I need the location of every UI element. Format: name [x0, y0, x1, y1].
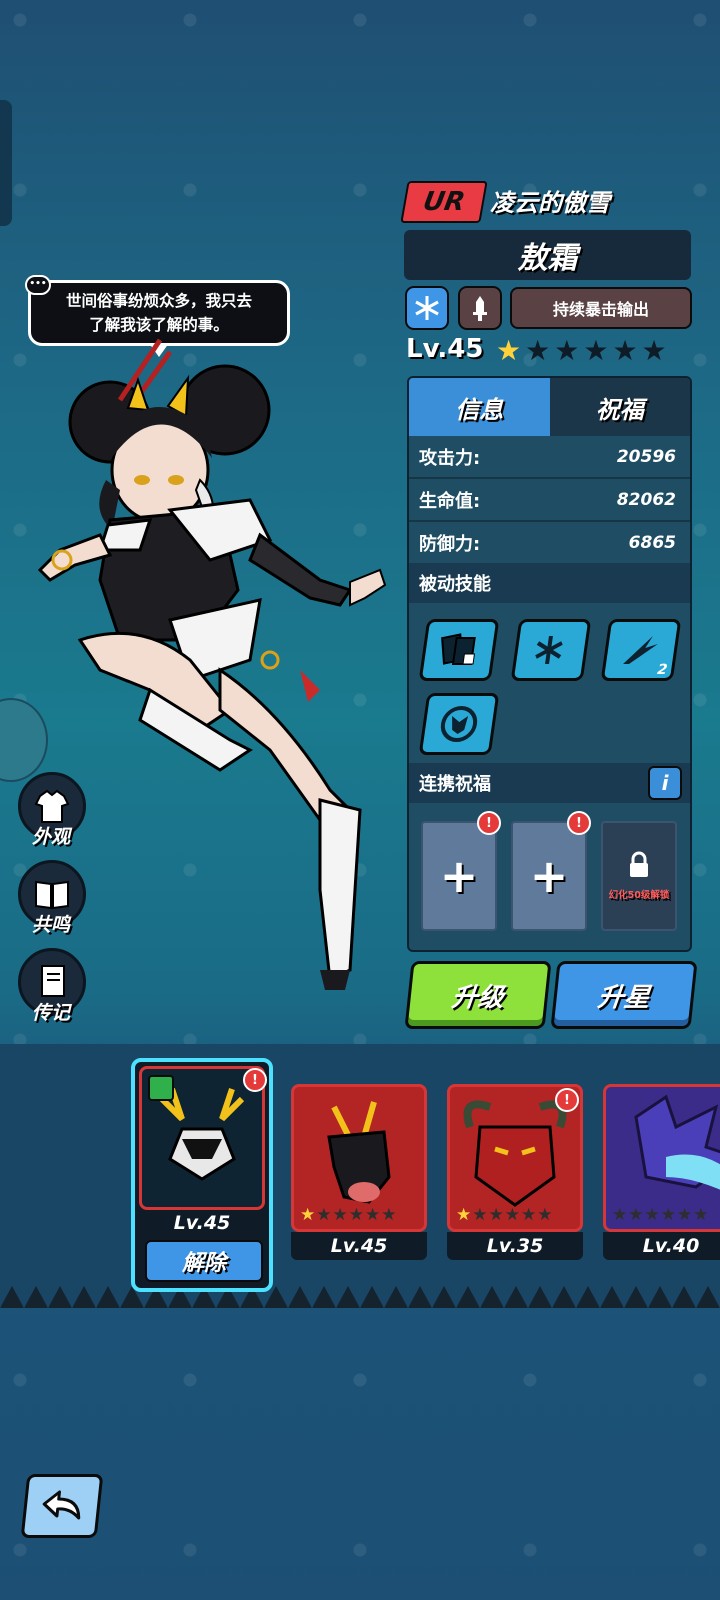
pet-level: Lv.45: [291, 1232, 427, 1260]
pet-art: ★★★★★★: [291, 1084, 427, 1232]
blessing-slot-locked: 幻化50级解锁: [601, 821, 677, 931]
stat-value: 6865: [628, 532, 676, 553]
stat-defense: 防御力: 6865: [409, 522, 690, 563]
star-empty-icon: ★: [583, 334, 613, 367]
pet-star-rating: ★★★★★★: [456, 1205, 576, 1227]
info-panel: 信息 祝福 攻击力: 20596 生命值: 82062 防御力: 6865 被动…: [407, 376, 692, 952]
upgrade-button[interactable]: 升级: [404, 961, 552, 1029]
link-blessing-slots: + ! + ! 幻化50级解锁: [409, 803, 690, 950]
passive-skills-grid: 2: [409, 603, 690, 763]
star-up-button[interactable]: 升星: [550, 961, 698, 1029]
dragon-circle-icon[interactable]: [418, 693, 500, 755]
edge-drawer-tab[interactable]: [0, 100, 12, 226]
tab-blessing[interactable]: 祝福: [549, 378, 690, 436]
pet-star-rating: ★★★★★★: [300, 1205, 420, 1227]
appearance-button[interactable]: 外观: [18, 772, 86, 867]
tab-info[interactable]: 信息: [409, 378, 550, 436]
back-button[interactable]: [20, 1474, 104, 1538]
role-tag: 持续暴击输出: [510, 287, 692, 329]
pet-card[interactable]: ★★★★★★ ! Lv.35: [447, 1084, 583, 1260]
locked-text: 幻化50级解锁: [608, 890, 670, 901]
hero-name: 敖霜: [404, 230, 691, 280]
star-empty-icon: ★: [472, 1205, 489, 1225]
star-filled-icon: ★: [456, 1205, 473, 1225]
star-empty-icon: ★: [693, 1205, 710, 1225]
ice-element-icon[interactable]: [405, 286, 449, 330]
stat-label: 防御力:: [419, 533, 481, 555]
star-empty-icon: ★: [332, 1205, 349, 1225]
star-empty-icon: ★: [365, 1205, 382, 1225]
hero-star-rating: ★★★★★★: [496, 334, 671, 367]
stat-value: 20596: [616, 446, 676, 467]
stat-label: 攻击力:: [419, 447, 481, 469]
pet-level: Lv.35: [447, 1232, 583, 1260]
star-empty-icon: ★: [504, 1205, 521, 1225]
star-filled-icon: ★: [496, 334, 526, 367]
star-empty-icon: ★: [644, 1205, 661, 1225]
pet-card[interactable]: ★★★★★★ Lv.45: [291, 1084, 427, 1260]
pet-level: Lv.40: [603, 1232, 720, 1260]
passive-skills-header: 被动技能: [409, 563, 690, 603]
pet-card[interactable]: ★★★★★★ Lv.40: [603, 1084, 720, 1260]
lock-icon: [630, 851, 648, 877]
sword-class-icon[interactable]: [458, 286, 502, 330]
speech-dots-icon: •••: [25, 275, 51, 295]
star-empty-icon: ★: [612, 334, 642, 367]
info-icon[interactable]: i: [648, 766, 682, 800]
biography-label: 传记: [31, 1002, 70, 1024]
blessing-slot-2[interactable]: +: [511, 821, 587, 931]
slot-1-alert-icon: !: [477, 811, 501, 835]
star-empty-icon: ★: [525, 334, 555, 367]
star-empty-icon: ★: [488, 1205, 505, 1225]
star-empty-icon: ★: [612, 1205, 629, 1225]
star-empty-icon: ★: [660, 1205, 677, 1225]
arrow-burst-icon[interactable]: 2: [600, 619, 682, 681]
pet-star-rating: ★★★★★★: [612, 1205, 720, 1227]
star-empty-icon: ★: [348, 1205, 365, 1225]
stat-value: 82062: [616, 489, 676, 510]
star-empty-icon: ★: [537, 1205, 554, 1225]
rarity-text: UR: [420, 187, 468, 217]
appearance-label: 外观: [31, 826, 70, 848]
pet-level: Lv.45: [173, 1212, 231, 1234]
star-empty-icon: ★: [554, 334, 584, 367]
link-blessing-title: 连携祝福: [419, 774, 491, 795]
pet-alert-icon: !: [555, 1088, 579, 1112]
back-arrow-icon: [42, 1490, 81, 1520]
stat-attack: 攻击力: 20596: [409, 436, 690, 479]
star-filled-icon: ★: [300, 1205, 317, 1225]
hero-level: Lv.45: [406, 334, 484, 364]
hero-subtitle: 凌云的傲雪: [490, 189, 610, 217]
passive-skills-title: 被动技能: [419, 574, 491, 595]
star-empty-icon: ★: [641, 334, 671, 367]
biography-button[interactable]: 传记: [18, 948, 86, 1043]
stat-hp: 生命值: 82062: [409, 479, 690, 522]
cards-dice-icon[interactable]: [418, 619, 500, 681]
slot-2-alert-icon: !: [567, 811, 591, 835]
snowflakes-icon[interactable]: [510, 619, 592, 681]
skill-badge-count: 2: [656, 662, 669, 678]
pet-card-selected[interactable]: ★★★★★★ ! Lv.45 解除: [131, 1058, 273, 1292]
star-empty-icon: ★: [677, 1205, 694, 1225]
star-empty-icon: ★: [381, 1205, 398, 1225]
quote-line-1: 世间俗事纷烦众多，我只去: [65, 292, 252, 310]
blessing-slot-1[interactable]: +: [421, 821, 497, 931]
resonance-label: 共鸣: [31, 914, 70, 936]
pet-alert-icon: !: [243, 1068, 267, 1092]
star-empty-icon: ★: [628, 1205, 645, 1225]
release-button[interactable]: 解除: [145, 1240, 263, 1282]
star-empty-icon: ★: [316, 1205, 333, 1225]
pet-type-icon: [148, 1075, 174, 1101]
link-blessing-header: 连携祝福 i: [409, 763, 690, 803]
strip-edge-decoration: [0, 1286, 720, 1308]
stat-label: 生命值:: [419, 490, 481, 512]
rarity-badge: UR: [400, 181, 488, 223]
star-empty-icon: ★: [521, 1205, 538, 1225]
pet-art: ★★★★★★: [603, 1084, 720, 1232]
resonance-button[interactable]: 共鸣: [18, 860, 86, 955]
